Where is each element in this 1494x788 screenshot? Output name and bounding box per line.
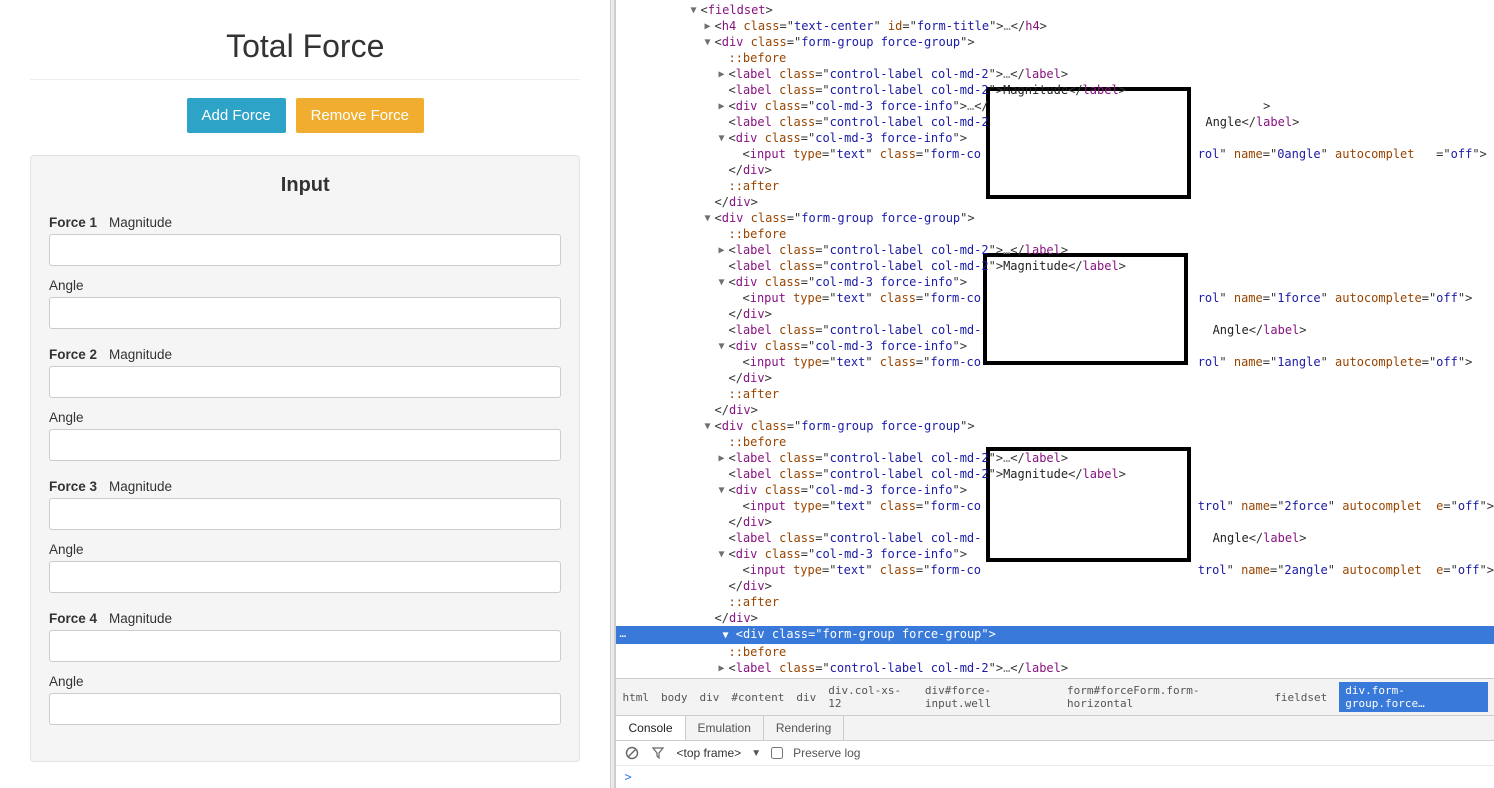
app-preview-pane: Total Force Add Force Remove Force Input…	[0, 0, 610, 788]
expand-arrow-icon[interactable]: ▶	[716, 451, 726, 467]
dom-breadcrumb[interactable]: html body div #content div div.col-xs-12…	[616, 678, 1494, 715]
force-group-3: Force 3Magnitude Angle	[49, 479, 561, 605]
force-3-angle-input[interactable]	[49, 561, 561, 593]
input-well: Input Force 1Magnitude Angle Force 2Magn…	[30, 155, 580, 762]
crumb-item[interactable]: body	[661, 691, 688, 704]
magnitude-label: Magnitude	[109, 347, 172, 362]
add-force-button[interactable]: Add Force	[187, 98, 286, 133]
magnitude-label: Magnitude	[109, 611, 172, 626]
expand-arrow-icon[interactable]: ▼	[702, 211, 712, 227]
crumb-item[interactable]: div#force-input.well	[925, 684, 1055, 710]
force-3-magnitude-input[interactable]	[49, 498, 561, 530]
force-name-label: Force 1	[49, 215, 109, 230]
force-2-angle-input[interactable]	[49, 429, 561, 461]
clear-console-icon[interactable]	[624, 745, 640, 761]
angle-label: Angle	[49, 278, 84, 293]
expand-arrow-icon[interactable]: ▼	[716, 131, 726, 147]
expand-arrow-icon[interactable]: ▼	[702, 35, 712, 51]
crumb-item-active[interactable]: div.form-group.force…	[1339, 682, 1488, 712]
expand-arrow-icon[interactable]: ▶	[716, 243, 726, 259]
force-group-4: Force 4Magnitude Angle	[49, 611, 561, 737]
expand-arrow-icon[interactable]: ▼	[716, 275, 726, 291]
crumb-item[interactable]: html	[622, 691, 649, 704]
expand-arrow-icon[interactable]: ▶	[716, 661, 726, 677]
tab-console[interactable]: Console	[616, 716, 685, 740]
crumb-item[interactable]: #content	[731, 691, 784, 704]
expand-arrow-icon[interactable]: ▼	[716, 547, 726, 563]
selected-dom-node[interactable]: … ▼ <div class="form-group force-group">	[616, 626, 1494, 644]
page-title: Total Force	[30, 10, 580, 79]
crumb-item[interactable]: div	[699, 691, 719, 704]
force-group-2: Force 2Magnitude Angle	[49, 347, 561, 473]
force-group-1: Force 1Magnitude Angle	[49, 215, 561, 341]
remove-force-button[interactable]: Remove Force	[296, 98, 424, 133]
force-1-angle-input[interactable]	[49, 297, 561, 329]
angle-label: Angle	[49, 674, 84, 689]
angle-label: Angle	[49, 410, 84, 425]
crumb-item[interactable]: form#forceForm.form-horizontal	[1067, 684, 1262, 710]
console-prompt[interactable]: >	[616, 766, 1494, 788]
force-name-label: Force 2	[49, 347, 109, 362]
expand-arrow-icon[interactable]: ▶	[702, 19, 712, 35]
dropdown-arrow-icon[interactable]: ▼	[751, 748, 761, 759]
expand-arrow-icon[interactable]: ▼	[688, 3, 698, 19]
crumb-item[interactable]: div	[796, 691, 816, 704]
force-4-angle-input[interactable]	[49, 693, 561, 725]
tab-rendering[interactable]: Rendering	[764, 716, 844, 740]
drawer-tabs: Console Emulation Rendering	[616, 715, 1494, 741]
devtools-pane: ▼ <fieldset> ▶ <h4 class="text-center" i…	[615, 0, 1494, 788]
console-toolbar: <top frame> ▼ Preserve log	[616, 741, 1494, 766]
preserve-log-checkbox[interactable]	[771, 747, 783, 759]
expand-arrow-icon[interactable]: ▶	[716, 67, 726, 83]
input-heading: Input	[49, 174, 561, 197]
crumb-item[interactable]: fieldset	[1274, 691, 1327, 704]
tab-emulation[interactable]: Emulation	[686, 716, 764, 740]
magnitude-label: Magnitude	[109, 479, 172, 494]
elements-tree[interactable]: ▼ <fieldset> ▶ <h4 class="text-center" i…	[616, 0, 1494, 678]
force-name-label: Force 3	[49, 479, 109, 494]
expand-arrow-icon[interactable]: ▶	[716, 99, 726, 115]
title-separator	[30, 79, 580, 80]
frame-selector[interactable]: <top frame>	[676, 746, 741, 760]
force-2-magnitude-input[interactable]	[49, 366, 561, 398]
expand-dots-icon[interactable]: …	[616, 626, 629, 642]
preserve-log-label: Preserve log	[793, 746, 860, 760]
button-row: Add Force Remove Force	[30, 98, 580, 133]
crumb-item[interactable]: div.col-xs-12	[828, 684, 913, 710]
force-4-magnitude-input[interactable]	[49, 630, 561, 662]
expand-arrow-icon[interactable]: ▼	[716, 483, 726, 499]
magnitude-label: Magnitude	[109, 215, 172, 230]
angle-label: Angle	[49, 542, 84, 557]
filter-icon[interactable]	[650, 745, 666, 761]
expand-arrow-icon[interactable]: ▼	[716, 339, 726, 355]
force-1-magnitude-input[interactable]	[49, 234, 561, 266]
force-name-label: Force 4	[49, 611, 109, 626]
expand-arrow-icon[interactable]: ▼	[702, 419, 712, 435]
